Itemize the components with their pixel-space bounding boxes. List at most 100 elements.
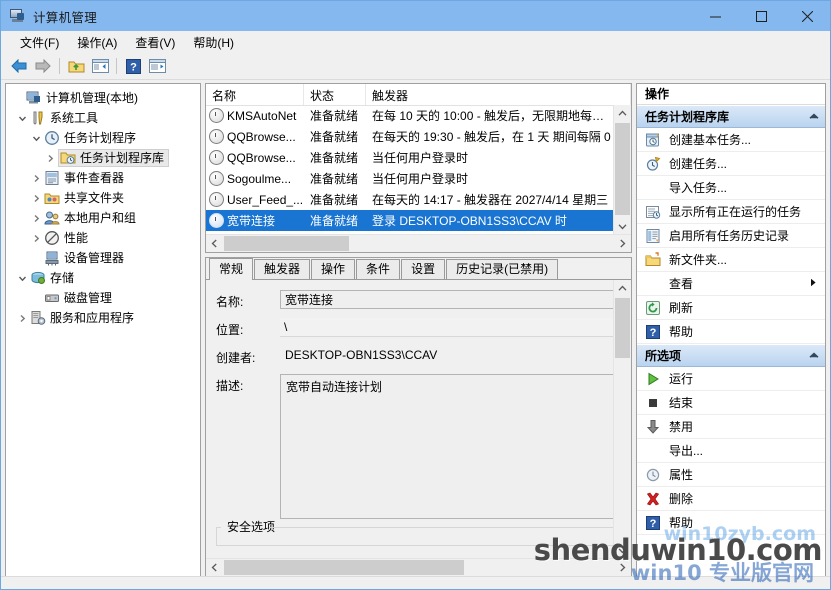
scroll-right-icon[interactable] xyxy=(614,235,631,252)
detail-vertical-scrollbar[interactable] xyxy=(613,280,631,559)
scroll-left-icon[interactable] xyxy=(206,235,223,252)
column-header-trigger[interactable]: 触发器 xyxy=(366,84,631,105)
forward-arrow-icon[interactable] xyxy=(31,55,55,77)
task-list-rows: KMSAutoNet 准备就绪 在每 10 天的 10:00 - 触发后，无限期… xyxy=(206,105,614,235)
tab-history[interactable]: 历史记录(已禁用) xyxy=(446,259,559,279)
chevron-right-icon[interactable] xyxy=(14,310,30,326)
scroll-down-icon[interactable] xyxy=(614,542,631,559)
task-clock-icon xyxy=(209,171,224,186)
chevron-right-icon[interactable] xyxy=(28,230,44,246)
action-delete[interactable]: 删除 xyxy=(637,487,825,511)
close-button[interactable] xyxy=(784,1,830,31)
scroll-thumb[interactable] xyxy=(224,236,349,251)
tree-node-services-applications[interactable]: 服务和应用程序 xyxy=(6,308,200,328)
column-header-name[interactable]: 名称 xyxy=(206,84,304,105)
chevron-down-icon[interactable] xyxy=(14,270,30,286)
minimize-button[interactable] xyxy=(692,1,738,31)
scroll-thumb[interactable] xyxy=(224,560,464,575)
help-icon[interactable]: ? xyxy=(121,55,145,77)
tree-node-event-viewer[interactable]: 事件查看器 xyxy=(6,168,200,188)
tree-node-task-scheduler[interactable]: 任务计划程序 xyxy=(6,128,200,148)
action-label: 删除 xyxy=(669,492,694,506)
chevron-right-icon[interactable] xyxy=(28,190,44,206)
table-row[interactable]: QQBrowse... 准备就绪 当任何用户登录时 xyxy=(206,147,614,168)
table-row[interactable]: Sogoulme... 准备就绪 当任何用户登录时 xyxy=(206,168,614,189)
tree-node-disk-management[interactable]: 磁盘管理 xyxy=(6,288,200,308)
run-icon xyxy=(645,371,661,387)
chevron-down-icon[interactable] xyxy=(28,130,44,146)
tree-node-system-tools[interactable]: 系统工具 xyxy=(6,108,200,128)
action-label: 创建基本任务... xyxy=(669,133,752,147)
maximize-button[interactable] xyxy=(738,1,784,31)
action-refresh[interactable]: 刷新 xyxy=(637,296,825,320)
scroll-right-icon[interactable] xyxy=(614,559,631,576)
tree-node-performance[interactable]: 性能 xyxy=(6,228,200,248)
menu-help[interactable]: 帮助(H) xyxy=(184,32,243,53)
chevron-right-icon[interactable] xyxy=(28,170,44,186)
tab-conditions[interactable]: 条件 xyxy=(356,259,401,279)
tab-general[interactable]: 常规 xyxy=(209,258,254,280)
tree-node-local-users-groups[interactable]: 本地用户和组 xyxy=(6,208,200,228)
table-row[interactable]: QQBrowse... 准备就绪 在每天的 19:30 - 触发后，在 1 天 … xyxy=(206,126,614,147)
menu-file[interactable]: 文件(F) xyxy=(11,32,68,53)
description-field[interactable]: 宽带自动连接计划 xyxy=(280,374,614,519)
action-run[interactable]: 运行 xyxy=(637,367,825,391)
chevron-right-icon[interactable] xyxy=(42,150,58,166)
task-list-horizontal-scrollbar[interactable] xyxy=(206,234,631,252)
action-create-basic-task[interactable]: 创建基本任务... xyxy=(637,128,825,152)
menu-action[interactable]: 操作(A) xyxy=(68,32,126,53)
action-label: 查看 xyxy=(669,277,694,291)
tab-settings[interactable]: 设置 xyxy=(401,259,446,279)
tab-actions[interactable]: 操作 xyxy=(311,259,356,279)
scroll-down-icon[interactable] xyxy=(614,218,631,235)
end-icon xyxy=(645,395,661,411)
tree-node-device-manager[interactable]: 设备管理器 xyxy=(6,248,200,268)
action-properties[interactable]: 属性 xyxy=(637,463,825,487)
back-arrow-icon[interactable] xyxy=(7,55,31,77)
tree-node-storage[interactable]: 存储 xyxy=(6,268,200,288)
tree-node-task-scheduler-library[interactable]: 任务计划程序库 xyxy=(6,148,200,168)
scroll-up-icon[interactable] xyxy=(614,280,631,297)
table-row[interactable]: User_Feed_... 准备就绪 在每天的 14:17 - 触发器在 202… xyxy=(206,189,614,210)
create-basic-task-icon xyxy=(645,132,661,148)
action-enable-task-history[interactable]: 启用所有任务历史记录 xyxy=(637,224,825,248)
tree-node-shared-folders[interactable]: 共享文件夹 xyxy=(6,188,200,208)
actions-group-library-header[interactable]: 任务计划程序库 xyxy=(637,105,825,128)
action-export[interactable]: 导出... xyxy=(637,439,825,463)
scroll-thumb[interactable] xyxy=(615,123,630,215)
table-row[interactable]: 宽带连接 准备就绪 登录 DESKTOP-OBN1SS3\CCAV 时 xyxy=(206,210,614,231)
up-folder-icon[interactable] xyxy=(64,55,88,77)
action-create-task[interactable]: 创建任务... xyxy=(637,152,825,176)
action-view[interactable]: 查看 xyxy=(637,272,825,296)
collapse-caret-icon[interactable] xyxy=(809,351,819,361)
menu-view[interactable]: 查看(V) xyxy=(126,32,184,53)
disable-icon xyxy=(645,419,661,435)
scroll-thumb[interactable] xyxy=(615,298,630,358)
name-field[interactable]: 宽带连接 xyxy=(280,290,614,309)
action-help-2[interactable]: ? 帮助 xyxy=(637,511,825,535)
scroll-up-icon[interactable] xyxy=(614,105,631,122)
task-clock-icon xyxy=(209,129,224,144)
action-new-folder[interactable]: 新文件夹... xyxy=(637,248,825,272)
task-list-vertical-scrollbar[interactable] xyxy=(613,105,631,235)
action-show-running-tasks[interactable]: 显示所有正在运行的任务 xyxy=(637,200,825,224)
table-row[interactable]: KMSAutoNet 准备就绪 在每 10 天的 10:00 - 触发后，无限期… xyxy=(206,105,614,126)
show-action-pane-icon[interactable] xyxy=(145,55,169,77)
action-end[interactable]: 结束 xyxy=(637,391,825,415)
action-disable[interactable]: 禁用 xyxy=(637,415,825,439)
refresh-icon xyxy=(645,300,661,316)
action-help[interactable]: ? 帮助 xyxy=(637,320,825,344)
collapse-caret-icon[interactable] xyxy=(809,112,819,122)
tab-triggers[interactable]: 触发器 xyxy=(254,259,311,279)
chevron-down-icon[interactable] xyxy=(14,110,30,126)
chevron-right-icon[interactable] xyxy=(28,210,44,226)
detail-horizontal-scrollbar[interactable] xyxy=(206,558,631,576)
column-header-status[interactable]: 状态 xyxy=(304,84,366,105)
action-label: 帮助 xyxy=(669,325,694,339)
actions-group-selected-header[interactable]: 所选项 xyxy=(637,344,825,367)
action-import-task[interactable]: 导入任务... xyxy=(637,176,825,200)
scroll-left-icon[interactable] xyxy=(206,559,223,576)
svg-text:?: ? xyxy=(650,327,657,339)
tree-node-computer-management[interactable]: 计算机管理(本地) xyxy=(6,88,200,108)
show-hide-tree-icon[interactable] xyxy=(88,55,112,77)
